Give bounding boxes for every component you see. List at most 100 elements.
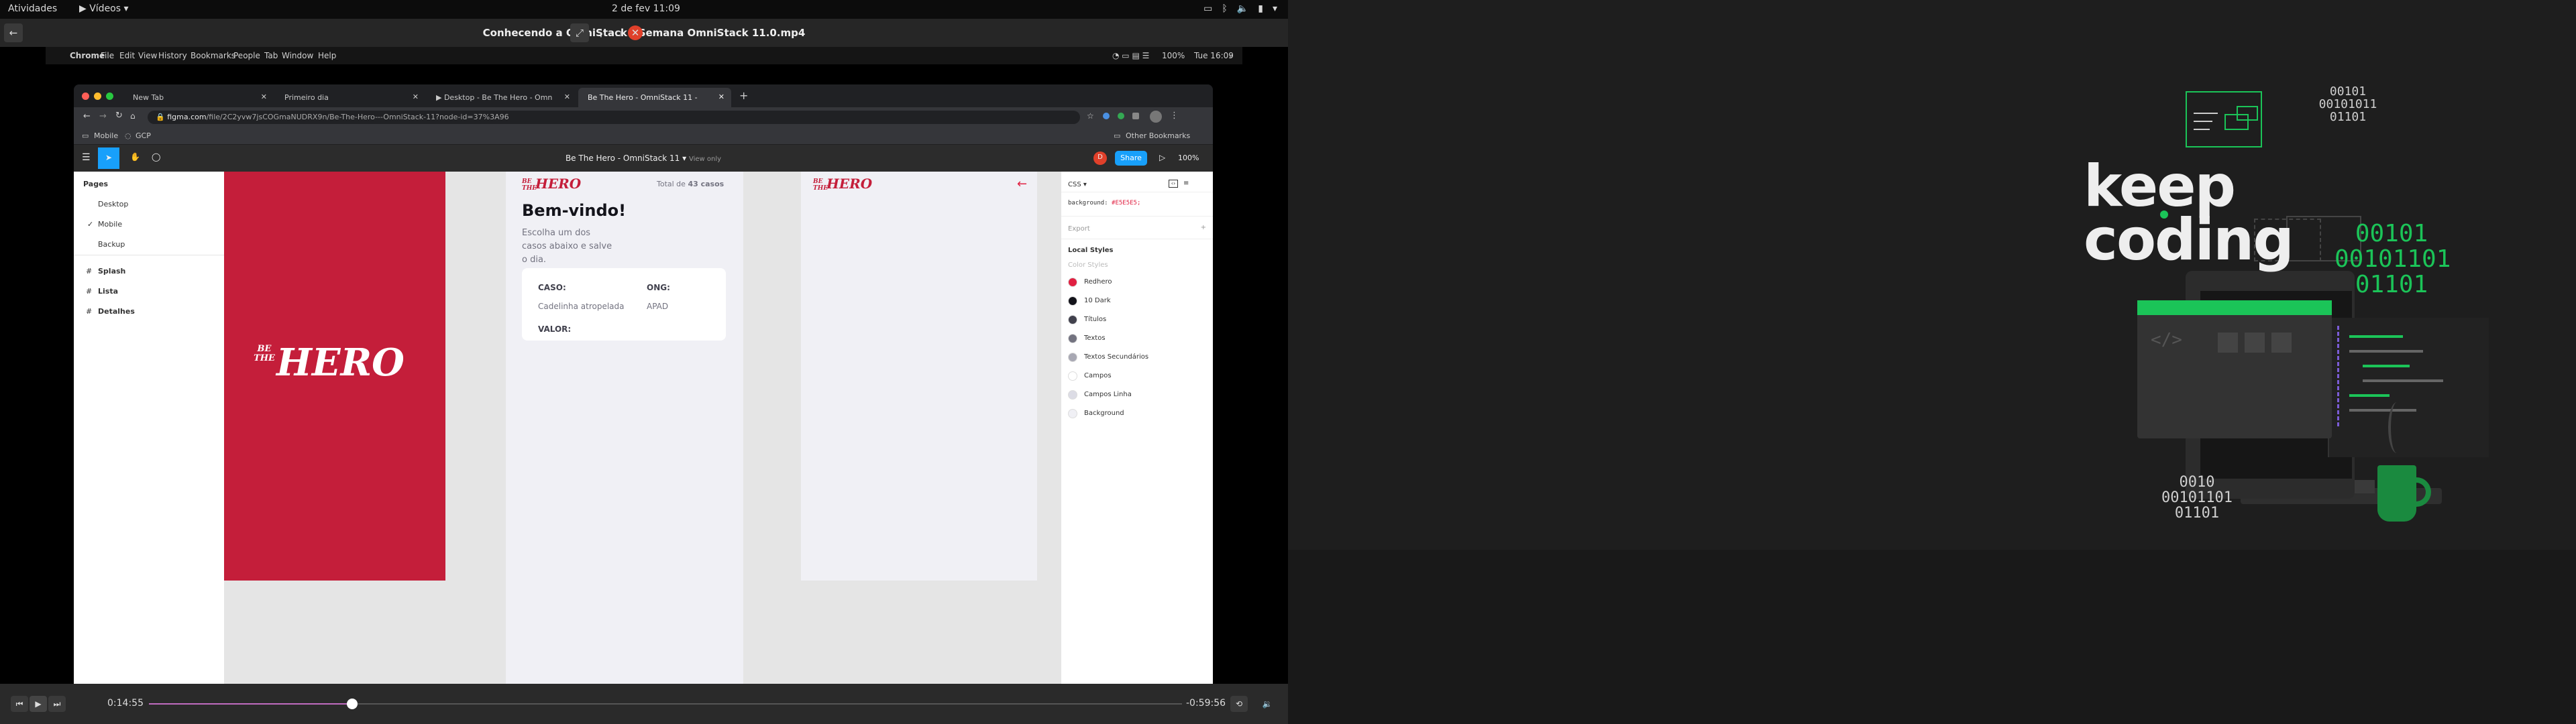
total-prefix: Total de	[657, 180, 686, 188]
seek-handle[interactable]	[347, 699, 358, 709]
welcome-title: Bem-vindo!	[522, 201, 627, 220]
star-icon[interactable]: ☆	[1087, 111, 1094, 121]
list-frame: BE THE HERO Total de 43 casos Bem-vindo!…	[506, 172, 743, 684]
color-style-name[interactable]: 10 Dark	[1084, 297, 1111, 304]
color-style-name[interactable]: Campos Linha	[1084, 391, 1132, 398]
color-style-name[interactable]: Campos	[1084, 372, 1112, 379]
color-style-name[interactable]: Textos	[1084, 335, 1106, 342]
total-cases: Total de 43 casos	[657, 180, 724, 188]
url-field[interactable]: 🔒 figma.com/file/2C2yvw7jsCOGmaNUDRX9n/B…	[148, 111, 1080, 124]
page-desktop[interactable]: Desktop	[98, 200, 128, 208]
zoom-dropdown[interactable]: 100%	[1178, 154, 1199, 162]
folder-icon: ▭	[1114, 131, 1121, 140]
arrow-left-icon[interactable]: ←	[1017, 177, 1027, 191]
skip-forward-icon: ⏭	[53, 699, 61, 709]
repeat-button[interactable]: ⟲	[1230, 696, 1248, 712]
css-tab[interactable]: CSS ▾	[1068, 181, 1087, 188]
list-icon[interactable]: ≡	[1183, 180, 1189, 187]
battery-icon: ▮	[1258, 3, 1263, 14]
address-bar-row: ← → ↻ ⌂ 🔒 figma.com/file/2C2yvw7jsCOGmaN…	[74, 107, 1213, 127]
close-icon[interactable]: ✕	[413, 93, 419, 101]
code-gutter	[2337, 326, 2340, 426]
css-value: #E5E5E5;	[1112, 200, 1141, 206]
close-icon[interactable]: ✕	[564, 93, 570, 101]
skip-forward-button[interactable]: ⏭	[48, 696, 66, 712]
color-swatch[interactable]	[1068, 409, 1077, 418]
video-frame[interactable]: Chrome File Edit View History Bookmarks …	[46, 47, 1242, 684]
close-button[interactable]: ✕	[628, 25, 643, 40]
color-style-name[interactable]: Redhero	[1084, 278, 1112, 286]
css-tab-label: CSS	[1068, 181, 1081, 188]
extension-icon[interactable]	[1132, 113, 1139, 119]
traffic-close[interactable]	[82, 93, 89, 100]
url-path: /file/2C2yvw7jsCOGmaNUDRX9n/Be-The-Hero-…	[206, 113, 509, 121]
frame-splash[interactable]: Splash	[98, 267, 125, 276]
bookmark-gcp[interactable]: GCP	[136, 131, 151, 140]
caso-label: CASO:	[538, 283, 566, 292]
plus-icon[interactable]: +	[1201, 224, 1206, 231]
tab-desktop[interactable]: ▶ Desktop - Be The Hero - Omn ✕	[427, 88, 577, 107]
color-style-name[interactable]: Background	[1084, 410, 1124, 417]
kebab-icon[interactable]: ⋮	[1170, 111, 1179, 121]
color-swatch[interactable]	[1068, 353, 1077, 362]
extension-icon[interactable]	[1103, 113, 1110, 119]
maximize-button[interactable]: ▫	[612, 23, 625, 42]
skip-back-button[interactable]: ⏮	[11, 696, 28, 712]
color-styles-label: Color Styles	[1068, 261, 1108, 269]
window-card-titlebar	[2137, 300, 2332, 315]
tab-primeiro-dia[interactable]: Primeiro dia ✕	[275, 88, 425, 107]
color-swatch[interactable]	[1068, 390, 1077, 400]
color-swatch[interactable]	[1068, 315, 1077, 324]
seek-bar[interactable]	[149, 699, 1182, 709]
color-swatch[interactable]	[1068, 278, 1077, 287]
other-bookmarks[interactable]: Other Bookmarks	[1126, 131, 1190, 140]
user-avatar[interactable]: D	[1093, 152, 1107, 165]
nav-back-icon[interactable]: ←	[83, 111, 91, 121]
page-mobile[interactable]: Mobile	[98, 220, 122, 229]
extension-icon[interactable]	[1118, 113, 1124, 119]
screen-a: Atividades ▶ Vídeos ▾ 2 de fev 11:09 ▭ ᛒ…	[0, 0, 1288, 724]
traffic-minimize[interactable]	[94, 93, 101, 100]
color-swatch[interactable]	[1068, 334, 1077, 343]
close-icon[interactable]: ✕	[718, 93, 724, 101]
properties-panel: CSS ▾ ‹› ≡ background: #E5E5E5; Export +…	[1061, 172, 1213, 684]
tab-be-the-hero[interactable]: Be The Hero - OmniStack 11 - ✕	[578, 88, 731, 107]
color-style-name[interactable]: Textos Secundários	[1084, 353, 1148, 361]
home-icon[interactable]: ⌂	[130, 111, 136, 121]
play-icon: ▶	[35, 699, 42, 709]
figma-canvas[interactable]: BE THE HERO BE THE HERO Total de 43 caso…	[224, 172, 1061, 684]
frame-detalhes[interactable]: Detalhes	[98, 307, 135, 316]
color-swatch[interactable]	[1068, 371, 1077, 381]
cursor-dot	[2160, 210, 2168, 219]
tab-label: Be The Hero - OmniStack 11 -	[588, 93, 698, 102]
file-title[interactable]: Be The Hero - OmniStack 11	[566, 154, 680, 163]
bookmark-mobile[interactable]: Mobile	[94, 131, 118, 140]
ong-label: ONG:	[647, 283, 670, 292]
page-backup[interactable]: Backup	[98, 240, 125, 249]
share-button[interactable]: Share	[1115, 151, 1147, 166]
new-tab-button[interactable]: +	[739, 89, 748, 102]
reload-icon[interactable]: ↻	[115, 111, 123, 121]
wire-line	[2194, 121, 2212, 122]
color-swatch[interactable]	[1068, 296, 1077, 306]
close-icon[interactable]: ✕	[261, 93, 267, 101]
video-title: Conhecendo a OmniStack - Semana OmniStac…	[482, 27, 806, 39]
play-button[interactable]: ▶	[30, 696, 47, 712]
color-style-name[interactable]: Títulos	[1084, 316, 1106, 323]
fullscreen-button[interactable]: ⤢	[570, 23, 589, 42]
traffic-zoom[interactable]	[106, 93, 113, 100]
clock[interactable]: 2 de fev 11:09	[612, 3, 680, 14]
nav-forward-icon[interactable]: →	[99, 111, 107, 121]
code-icon[interactable]: ‹›	[1169, 180, 1178, 188]
code-line	[2349, 394, 2390, 397]
detail-logo-hero: HERO	[826, 176, 873, 192]
app-menu[interactable]: ▶ Vídeos ▾	[79, 3, 129, 14]
activities-button[interactable]: Atividades	[8, 3, 57, 14]
volume-button[interactable]: 🔉	[1258, 696, 1276, 712]
system-tray[interactable]: ▭ ᛒ 🔈 ▮ ▾	[1203, 3, 1277, 14]
frame-lista[interactable]: Lista	[98, 287, 118, 296]
tab-new-tab[interactable]: New Tab ✕	[123, 88, 274, 107]
play-icon[interactable]: ▷	[1159, 153, 1165, 162]
screen-b-wallpaper: </> 00101 00101011 01101 00101 00101101 …	[1288, 0, 2576, 724]
profile-avatar[interactable]	[1150, 111, 1162, 123]
